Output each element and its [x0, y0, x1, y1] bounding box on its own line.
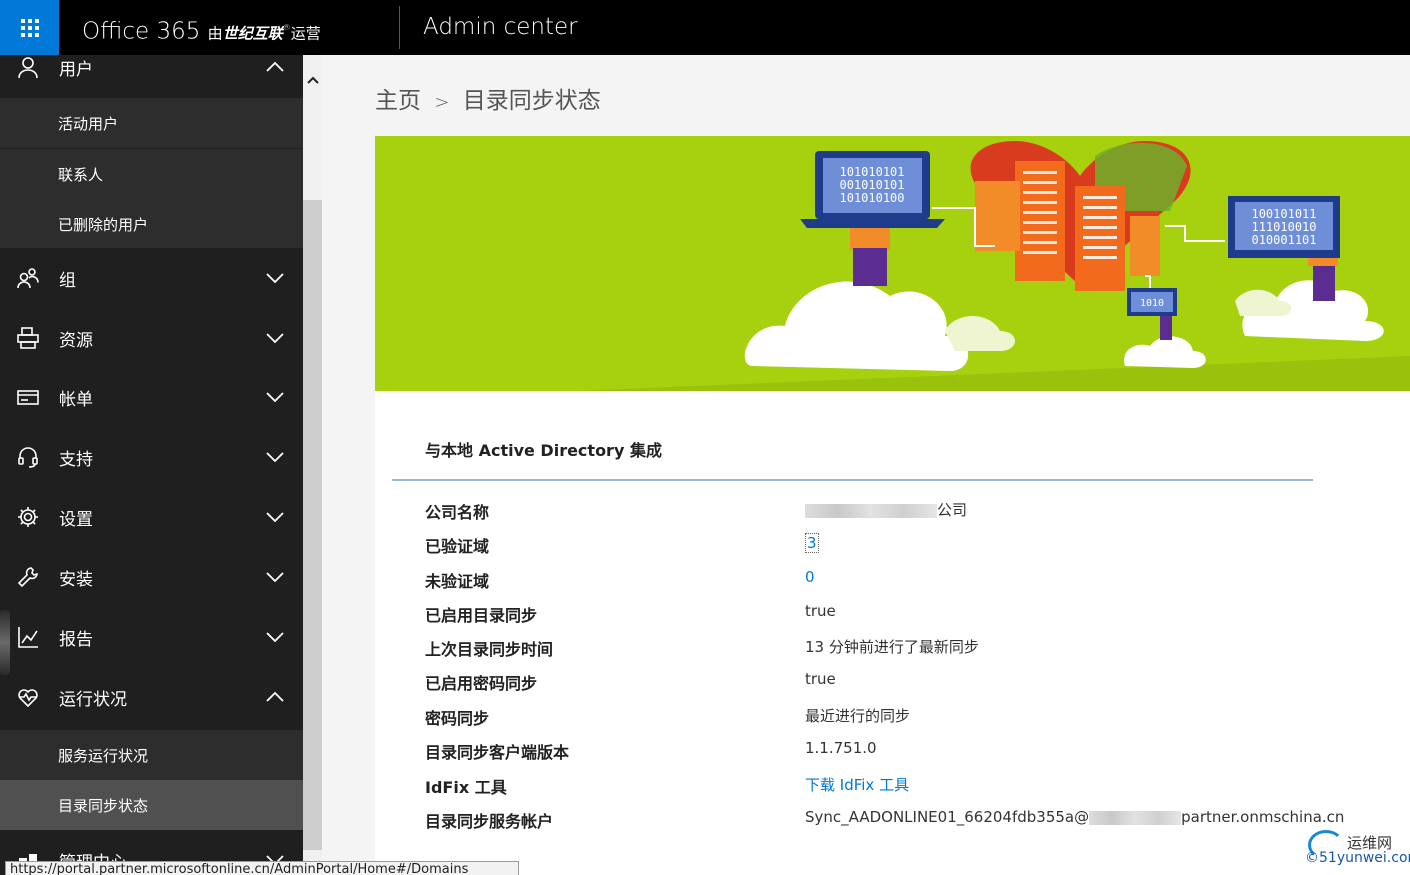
sidebar-item-setup[interactable]: 安装 [0, 547, 303, 607]
chart-icon [15, 624, 41, 650]
app-title[interactable]: Admin center [423, 0, 578, 55]
sidebar-item-groups[interactable]: 组 [0, 248, 303, 308]
sidebar-item-contacts[interactable]: 联系人 [0, 149, 303, 199]
hero-screen3: 1010 [1140, 298, 1164, 309]
chevron-down-icon [266, 273, 284, 284]
unverified-domains-link[interactable]: 0 [805, 568, 815, 586]
chevron-up-icon[interactable] [306, 73, 320, 87]
row-unverified-domains: 未验证域 0 [425, 568, 815, 591]
breadcrumb-separator: > [434, 92, 450, 113]
topbar-divider [399, 6, 400, 49]
verified-domains-link[interactable]: 3 [805, 533, 819, 553]
chevron-down-icon [266, 512, 284, 523]
heart-pulse-icon [15, 684, 41, 710]
sidebar-item-deleted-users[interactable]: 已删除的用户 [0, 199, 303, 249]
dirsync-status-card: 与本地 Active Directory 集成 公司名称 公司 已验证域 3 未… [375, 391, 1410, 875]
main-content: 主页 > 目录同步状态 101010101 001010101 10101010… [322, 55, 1410, 875]
breadcrumb: 主页 > 目录同步状态 [375, 81, 601, 115]
row-password-sync: 密码同步 最近进行的同步 [425, 707, 911, 728]
row-idfix-tool: IdFix 工具 下载 IdFix 工具 [425, 774, 910, 797]
row-verified-domains: 已验证域 3 [425, 533, 819, 556]
hero-screen1-line2: 001010101 [839, 178, 904, 192]
scrollbar-thumb[interactable] [303, 200, 322, 850]
waffle-icon [20, 18, 39, 37]
row-last-sync-time: 上次目录同步时间 13 分钟前进行了最新同步 [425, 638, 979, 659]
sidebar-item-dirsync-status[interactable]: 目录同步状态 [0, 780, 303, 830]
hero-screen2-line1: 100101011 [1251, 207, 1316, 221]
chevron-down-icon [266, 452, 284, 463]
download-idfix-link[interactable]: 下载 IdFix 工具 [805, 774, 909, 795]
chevron-down-icon [266, 572, 284, 583]
sidebar-item-settings[interactable]: 设置 [0, 487, 303, 547]
sidebar-item-active-users[interactable]: 活动用户 [0, 98, 303, 148]
sidebar-item-support[interactable]: 支持 [0, 427, 303, 487]
hero-screen2-line3: 010001101 [1251, 233, 1316, 247]
group-icon [15, 265, 41, 291]
redacted-text [1089, 810, 1182, 825]
row-company-name: 公司名称 公司 [425, 501, 968, 522]
section-title: 与本地 Active Directory 集成 [425, 441, 662, 460]
top-bar: Office 365 由世纪互联®运营 Admin center [0, 0, 1410, 55]
billing-icon [15, 384, 41, 410]
hero-banner: 101010101 001010101 101010100 100101011 … [375, 136, 1410, 391]
row-dirsync-enabled: 已启用目录同步 true [425, 602, 836, 625]
chevron-up-icon [266, 691, 284, 702]
sidebar-item-health[interactable]: 运行状况 [0, 667, 303, 727]
sidebar-item-resources[interactable]: 资源 [0, 308, 303, 368]
chevron-down-icon [266, 392, 284, 403]
breadcrumb-current: 目录同步状态 [462, 88, 601, 114]
sidebar-item-reports[interactable]: 报告 [0, 607, 303, 667]
status-bar-url: https://portal.partner.microsoftonline.c… [5, 861, 519, 875]
brand-logo[interactable]: Office 365 由世纪互联®运营 [82, 0, 321, 55]
row-client-version: 目录同步客户端版本 1.1.751.0 [425, 739, 877, 762]
user-icon [15, 55, 41, 80]
gear-icon [15, 504, 41, 530]
wrench-icon [15, 564, 41, 590]
window-edge-handle [0, 610, 10, 675]
watermark: 运维网 ©51yunwei.com [1300, 828, 1410, 873]
chevron-up-icon [266, 61, 284, 72]
redacted-text [805, 503, 937, 518]
chevron-down-icon [266, 632, 284, 643]
hero-screen2-line2: 111010010 [1251, 220, 1316, 234]
sidebar-item-billing[interactable]: 帐单 [0, 367, 303, 427]
dirsync-illustration: 101010101 001010101 101010100 100101011 … [375, 136, 1410, 391]
headset-icon [15, 444, 41, 470]
sidebar-item-service-health[interactable]: 服务运行状况 [0, 730, 303, 780]
chevron-down-icon [266, 333, 284, 344]
section-divider [392, 479, 1313, 481]
hero-screen1-line1: 101010101 [839, 165, 904, 179]
breadcrumb-home-link[interactable]: 主页 [375, 88, 421, 114]
sidebar-item-users[interactable]: 用户 [0, 55, 303, 97]
hero-screen1-line3: 101010100 [839, 191, 904, 205]
app-launcher-button[interactable] [0, 0, 59, 55]
sidebar-nav: 用户 活动用户 联系人 已删除的用户 组 资源 帐单 支持 设置 安装 报告 运… [0, 55, 303, 875]
row-service-account: 目录同步服务帐户 Sync_AADONLINE01_66204fdb355a@ p… [425, 808, 1345, 831]
row-password-sync-enabled: 已启用密码同步 true [425, 670, 836, 693]
resources-icon [15, 325, 41, 351]
